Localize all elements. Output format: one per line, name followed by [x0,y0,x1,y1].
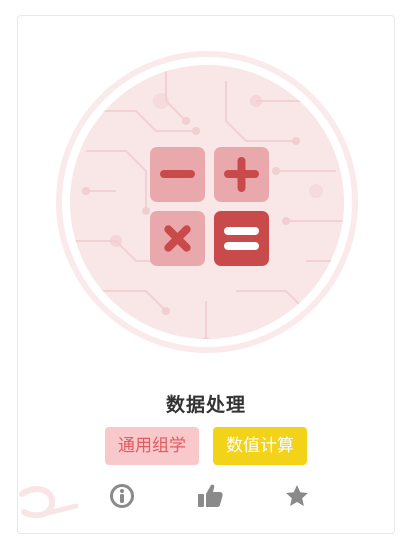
thumbs-up-icon [198,484,223,507]
favorite-button[interactable] [282,478,312,514]
calculator-icon [56,51,358,353]
action-bar [18,478,394,514]
info-icon [110,484,134,508]
like-button[interactable] [195,478,225,514]
hero-image [56,51,358,353]
card-title: 数据处理 [165,394,246,416]
tag-list: 通用组学 数值计算 [18,427,394,465]
tag-numeric-computation[interactable]: 数值计算 [213,427,307,465]
info-button[interactable] [107,478,137,514]
tag-general-omics[interactable]: 通用组学 [105,427,199,465]
star-icon [286,485,308,506]
app-card[interactable]: 数据处理 通用组学 数值计算 [17,15,395,534]
